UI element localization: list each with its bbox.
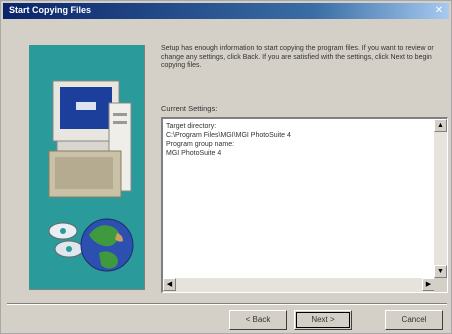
current-settings-label: Current Settings: <box>161 104 218 113</box>
title-bar[interactable]: Start Copying Files ✕ <box>3 3 449 19</box>
globe-icon <box>80 218 134 272</box>
horizontal-scrollbar[interactable]: ◀ ▶ <box>163 278 435 292</box>
back-button[interactable]: < Back <box>229 310 287 330</box>
vertical-scrollbar[interactable]: ▲ ▼ <box>434 119 447 278</box>
settings-line: MGI PhotoSuite 4 <box>166 150 222 157</box>
computer-monitor-icon <box>48 80 132 198</box>
settings-line: Program group name: <box>166 141 235 148</box>
scroll-corner <box>434 278 447 292</box>
next-button[interactable]: Next > <box>294 310 352 330</box>
scroll-up-icon[interactable]: ▲ <box>434 119 447 132</box>
footer-separator <box>7 303 447 305</box>
current-settings-textbox[interactable]: Target directory: C:\Program Files\MGI\M… <box>161 117 448 293</box>
cd-discs-icon <box>48 222 84 258</box>
scroll-left-icon[interactable]: ◀ <box>163 278 176 291</box>
window-title: Start Copying Files <box>9 5 92 15</box>
setup-graphic <box>29 45 145 290</box>
cancel-button[interactable]: Cancel <box>385 310 443 330</box>
settings-content: Target directory: C:\Program Files\MGI\M… <box>166 122 432 158</box>
setup-dialog: Start Copying Files ✕ Setup has enough i… <box>0 0 452 334</box>
settings-line: Target directory: <box>166 123 217 130</box>
scroll-down-icon[interactable]: ▼ <box>434 265 447 278</box>
close-icon[interactable]: ✕ <box>433 5 445 17</box>
intro-text: Setup has enough information to start co… <box>161 45 434 69</box>
settings-line: C:\Program Files\MGI\MGI PhotoSuite 4 <box>166 132 291 139</box>
